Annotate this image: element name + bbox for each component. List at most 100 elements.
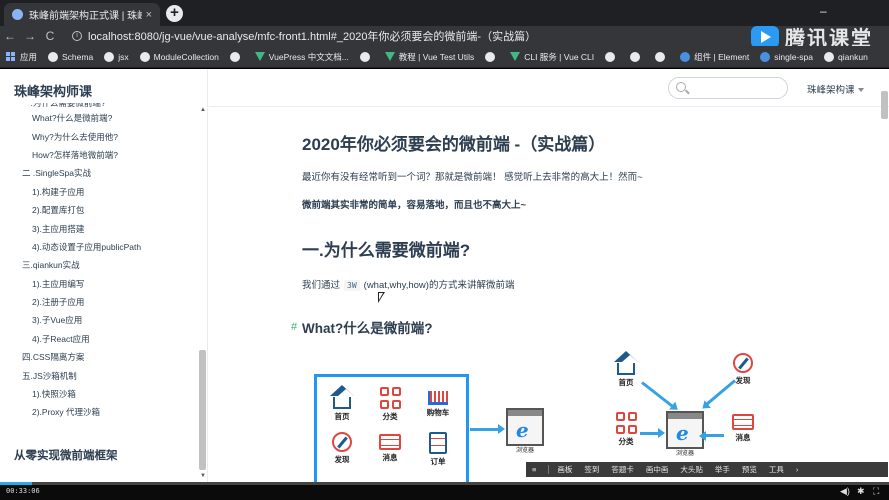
toolbar-button[interactable]: 画中画 bbox=[646, 464, 669, 475]
toolbar-button[interactable]: 大头贴 bbox=[680, 464, 703, 475]
toolbar-button[interactable]: 答题卡 bbox=[611, 464, 634, 475]
toolbar-button[interactable]: 签到 bbox=[584, 464, 599, 475]
method-paragraph: 我们通过 3W (what,why,how)的方式来讲解微前端 bbox=[302, 277, 514, 291]
bookmark-item[interactable]: VuePress 中文文档... bbox=[254, 51, 349, 63]
sidebar-item[interactable]: 3).主应用搭建 bbox=[0, 219, 200, 237]
scroll-up-icon[interactable]: ▲ bbox=[200, 107, 206, 113]
top-navbar: 珠峰架构课 bbox=[209, 69, 889, 107]
diagram-app-label: 消息 bbox=[735, 433, 751, 442]
subsection-heading: What?什么是微前端? bbox=[302, 321, 433, 336]
sidebar-item[interactable]: 4).动态设置子应用publicPath bbox=[0, 238, 200, 256]
diagram-app-label: 分类 bbox=[618, 437, 634, 446]
bookmark-item[interactable]: ModuleCollection bbox=[139, 51, 219, 62]
bookmark-item[interactable]: 教程 | Vue Test Utils bbox=[384, 51, 475, 63]
bookmark-item[interactable] bbox=[605, 51, 619, 62]
github-icon bbox=[605, 51, 616, 62]
sidebar-item[interactable]: 二 .SingleSpa实战 bbox=[0, 164, 200, 182]
toolbar-button[interactable]: 预览 bbox=[742, 464, 757, 475]
github-icon bbox=[359, 51, 370, 62]
docs-page: 珠峰架构师课 一.为什么需要微前端? What?什么是微前端? Why?为什么去使用… bbox=[0, 69, 889, 482]
nav-dropdown[interactable]: 珠峰架构课 bbox=[807, 82, 864, 96]
sidebar-item[interactable]: 2).配置库打包 bbox=[0, 201, 200, 219]
sidebar-item[interactable]: 三.qiankun实战 bbox=[0, 256, 200, 274]
intro-paragraph: 最近你有没有经常听到一个词？那就是微前端！ 感觉听上去非常的高大上！然而~ bbox=[302, 172, 643, 183]
bookmark-item[interactable]: Schema bbox=[48, 51, 93, 62]
header-anchor-link[interactable]: # bbox=[291, 321, 297, 333]
toolbar-button[interactable]: 工具 bbox=[769, 464, 784, 475]
bookmark-item[interactable] bbox=[359, 51, 374, 62]
diagram-app-tile: 分类 bbox=[373, 387, 407, 422]
url-input[interactable]: i localhost:8080/jg-vue/vue-analyse/mfc-… bbox=[72, 28, 536, 44]
sidebar-item[interactable]: 五.JS沙箱机制 bbox=[0, 366, 200, 384]
search-input[interactable] bbox=[668, 77, 788, 99]
toolbar-more-icon[interactable]: › bbox=[796, 465, 799, 474]
sidebar-item[interactable]: Why?为什么去使用他? bbox=[0, 127, 200, 145]
sidebar-title[interactable]: 珠峰架构师课 bbox=[14, 81, 92, 100]
toolbar-menu-icon[interactable]: ≡ bbox=[532, 465, 536, 474]
page-scroll-thumb[interactable] bbox=[881, 91, 888, 119]
reload-icon[interactable]: C bbox=[40, 29, 60, 43]
order-icon bbox=[429, 432, 447, 454]
browser-tab[interactable]: 珠峰前端架构正式课 | 珠峰构 × bbox=[4, 3, 160, 26]
page-title: 2020年你必须要会的微前端 -（实战篇） bbox=[302, 135, 606, 154]
bookmark-item[interactable] bbox=[229, 51, 244, 62]
toolbar-button[interactable]: 画板 bbox=[557, 464, 572, 475]
github-icon bbox=[48, 51, 59, 62]
diagram-app-tile: 首页 bbox=[609, 351, 643, 388]
intro-bold-paragraph: 微前端其实非常的简单，容易落地，而且也不高大上~ bbox=[302, 200, 527, 211]
sidebar-item[interactable]: 3).子Vue应用 bbox=[0, 311, 200, 329]
forward-icon[interactable]: → bbox=[20, 29, 40, 43]
bookmark-item[interactable] bbox=[655, 51, 669, 62]
sidebar-item[interactable]: 4).子React应用 bbox=[0, 330, 200, 348]
volume-icon[interactable]: ◀) bbox=[840, 486, 850, 497]
bookmark-item[interactable] bbox=[630, 51, 644, 62]
mouse-cursor-icon bbox=[378, 292, 385, 303]
video-time: 00:33:06 bbox=[6, 487, 40, 495]
bookmark-label: single-spa bbox=[774, 51, 814, 62]
bookmark-item[interactable]: 组件 | Element bbox=[680, 51, 749, 63]
tab-close-icon[interactable]: × bbox=[146, 9, 152, 21]
fullscreen-icon[interactable]: ⛶ bbox=[873, 486, 879, 497]
scroll-down-icon[interactable]: ▼ bbox=[200, 473, 206, 479]
sidebar-list: 一.为什么需要微前端? What?什么是微前端? Why?为什么去使用他? How?怎… bbox=[0, 103, 200, 422]
settings-icon[interactable]: ✱ bbox=[857, 486, 865, 497]
arrow-icon bbox=[640, 428, 665, 438]
classroom-toolbar: ≡ 画板 签到 答题卡 画中画 大头贴 举手 预览 工具 › bbox=[526, 462, 888, 477]
bookmark-label: 教程 | Vue Test Utils bbox=[398, 51, 475, 62]
sidebar-item[interactable]: 2).注册子应用 bbox=[0, 293, 200, 311]
diagram-app-tile: 购物车 bbox=[421, 387, 455, 418]
bookmark-item[interactable]: CLI 服务 | Vue CLI bbox=[510, 51, 594, 63]
diagram-app-tile: 消息 bbox=[373, 432, 407, 463]
bookmark-item[interactable]: qiankun bbox=[824, 51, 868, 62]
bookmark-label: qiankun bbox=[838, 51, 868, 62]
toolbar-button[interactable]: 举手 bbox=[715, 464, 730, 475]
bookmark-item[interactable] bbox=[485, 51, 499, 62]
sidebar-item[interactable]: 四.CSS隔离方案 bbox=[0, 348, 200, 366]
bookmarks-bar: 应用 Schema jsx ModuleCollection VuePress 中文文档… bbox=[0, 46, 889, 68]
new-tab-button[interactable]: + bbox=[166, 5, 183, 22]
sidebar-scrollbar[interactable]: ▲ ▼ bbox=[199, 107, 207, 479]
ie-logo-icon: e bbox=[516, 418, 529, 442]
sidebar-item[interactable]: 1).快照沙箱 bbox=[0, 385, 200, 403]
diagram-app-label: 消息 bbox=[382, 453, 398, 462]
search-icon bbox=[676, 82, 686, 92]
method-text-after: (what,why,how)的方式来讲解微前端 bbox=[363, 280, 515, 291]
bookmark-item[interactable]: 应用 bbox=[6, 51, 37, 63]
video-progress-bar[interactable] bbox=[0, 482, 889, 485]
back-icon[interactable]: ← bbox=[0, 29, 20, 43]
sidebar-item[interactable]: 1).构建子应用 bbox=[0, 183, 200, 201]
diagram-app-label: 发现 bbox=[334, 455, 350, 464]
sidebar-item[interactable]: What?什么是微前端? bbox=[0, 109, 200, 127]
bookmark-item[interactable]: jsx bbox=[104, 51, 129, 62]
site-info-icon[interactable]: i bbox=[72, 31, 82, 41]
sidebar-section-footer[interactable]: 从零实现微前端框架 bbox=[14, 447, 118, 463]
chevron-down-icon bbox=[857, 88, 864, 93]
sidebar-item[interactable]: 2).Proxy 代理沙箱 bbox=[0, 403, 200, 421]
sidebar-item[interactable]: How?怎样落地微前端? bbox=[0, 146, 200, 164]
diagram-app-tile: 发现 bbox=[325, 432, 359, 465]
arrow-icon bbox=[704, 434, 724, 437]
sidebar-scroll-thumb[interactable] bbox=[199, 350, 206, 470]
bookmark-item[interactable]: single-spa bbox=[760, 51, 814, 62]
sidebar-item[interactable]: 1).主应用编写 bbox=[0, 275, 200, 293]
minimize-window-icon[interactable]: – bbox=[820, 4, 827, 18]
